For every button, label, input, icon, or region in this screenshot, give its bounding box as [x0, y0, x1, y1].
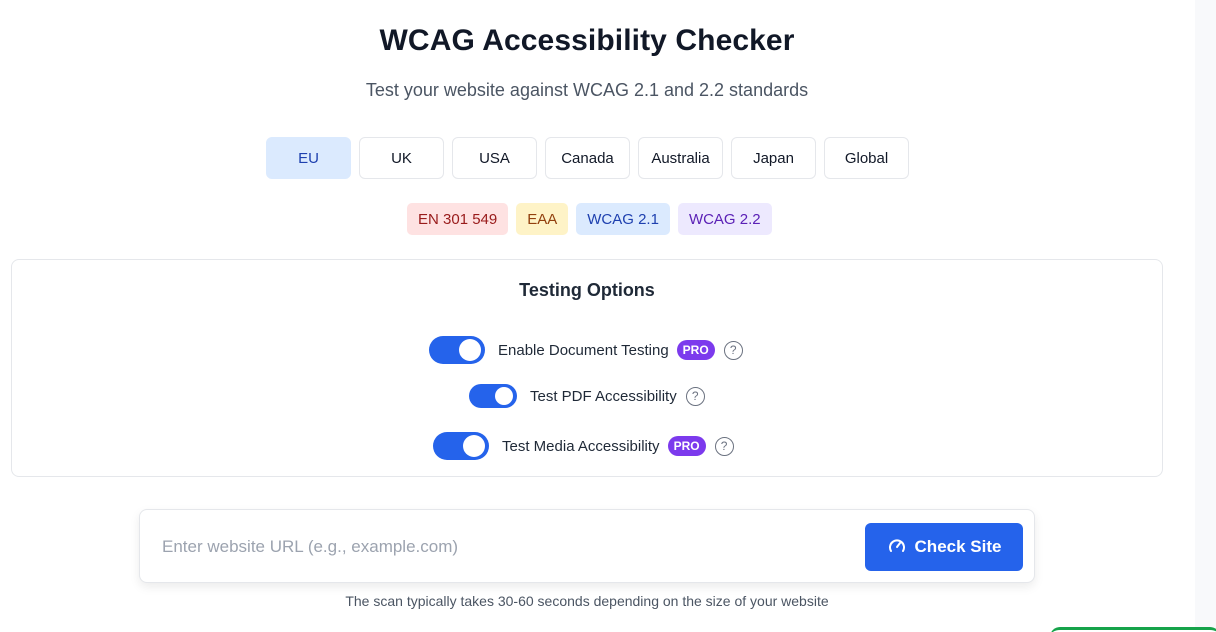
toggle-knob: [459, 339, 481, 361]
toggle-knob: [495, 387, 513, 405]
media-accessibility-toggle[interactable]: [433, 432, 489, 460]
testing-options-title: Testing Options: [519, 280, 655, 300]
region-button-usa[interactable]: USA: [452, 137, 537, 179]
region-button-japan[interactable]: Japan: [731, 137, 816, 179]
website-url-input[interactable]: [162, 528, 842, 566]
question-circle-icon[interactable]: ?: [714, 436, 734, 456]
toggle-knob: [463, 435, 485, 457]
standard-badge-en301549: EN 301 549: [407, 203, 509, 235]
pdf-accessibility-toggle[interactable]: [469, 384, 517, 408]
scan-duration-note: The scan typically takes 30-60 seconds d…: [345, 593, 829, 609]
standard-badge-wcag22: WCAG 2.2: [677, 203, 772, 235]
page-scrollbar-track[interactable]: [1195, 0, 1216, 632]
check-site-button[interactable]: Check Site: [865, 523, 1023, 571]
option-document-testing: Enable Document Testing PRO ?: [429, 336, 743, 364]
document-testing-label: Enable Document Testing: [498, 341, 669, 359]
question-circle-icon[interactable]: ?: [685, 386, 705, 406]
pro-badge: PRO: [667, 436, 706, 456]
check-site-label: Check Site: [914, 537, 1002, 556]
document-testing-toggle[interactable]: [429, 336, 485, 364]
region-selector: EU UK USA Canada Australia Japan Global: [266, 137, 909, 179]
region-button-eu[interactable]: EU: [266, 137, 351, 179]
page-title: WCAG Accessibility Checker: [379, 24, 795, 57]
region-button-uk[interactable]: UK: [359, 137, 444, 179]
testing-options-card: Testing Options Enable Document Testing …: [11, 259, 1163, 477]
standards-badges: EN 301 549 EAA WCAG 2.1 WCAG 2.2: [407, 203, 772, 235]
region-button-global[interactable]: Global: [824, 137, 909, 179]
pdf-accessibility-label: Test PDF Accessibility: [530, 387, 677, 405]
question-circle-icon[interactable]: ?: [723, 340, 743, 360]
option-media-accessibility: Test Media Accessibility PRO ?: [433, 432, 734, 460]
pro-badge: PRO: [676, 340, 715, 360]
floating-widget-edge[interactable]: [1050, 627, 1216, 632]
url-scan-form: Check Site: [139, 509, 1035, 583]
standard-badge-wcag21: WCAG 2.1: [576, 203, 670, 235]
media-accessibility-label: Test Media Accessibility: [502, 437, 660, 455]
gauge-icon: [888, 539, 905, 552]
region-button-canada[interactable]: Canada: [545, 137, 630, 179]
standard-badge-eaa: EAA: [516, 203, 569, 235]
page-subtitle: Test your website against WCAG 2.1 and 2…: [365, 80, 809, 100]
option-pdf-accessibility: Test PDF Accessibility ?: [469, 384, 705, 408]
region-button-australia[interactable]: Australia: [638, 137, 723, 179]
